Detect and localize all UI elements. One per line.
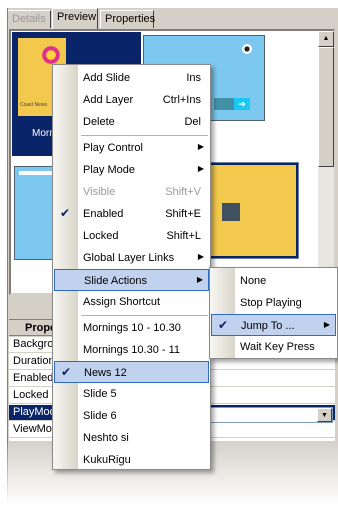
menu-item-label: Mornings 10 - 10.30	[83, 322, 181, 334]
menu-item-wait-key-press[interactable]: Wait Key Press	[211, 336, 336, 358]
menu-item-slide[interactable]: Mornings 10.30 - 11	[54, 339, 209, 361]
menu-item-label: News 12	[84, 367, 127, 379]
chevron-right-icon: ▶	[197, 252, 204, 261]
checkmark-icon: ✔	[218, 318, 229, 332]
menu-item-label: KukuRigu	[83, 454, 131, 466]
menu-item-assign-shortcut[interactable]: Assign Shortcut	[54, 291, 209, 313]
chevron-up-icon[interactable]: ▲	[318, 31, 334, 47]
menu-item-label: Play Mode	[83, 164, 135, 176]
menu-item-shortcut: Shift+L	[166, 230, 201, 242]
menu-item-play-control[interactable]: Play Control ▶	[54, 137, 209, 159]
context-menu: Add Slide Ins Add Layer Ctrl+Ins Delete …	[52, 64, 211, 470]
menu-item-enabled[interactable]: ✔ Enabled Shift+E	[54, 203, 209, 225]
menu-item-delete[interactable]: Delete Del	[54, 111, 209, 133]
slide-subtitle: Coast News	[20, 102, 47, 108]
menu-item-label: Stop Playing	[240, 297, 302, 309]
chevron-right-icon: ▶	[196, 275, 203, 284]
tab-details[interactable]: Details	[8, 10, 51, 28]
photo-graphic	[222, 203, 240, 221]
menu-item-global-layer-links[interactable]: Global Layer Links ▶	[54, 247, 209, 269]
menu-item-label: Play Control	[83, 142, 143, 154]
menu-item-label: Locked	[83, 230, 119, 242]
stage: Details Properties Preview Coast News Mo…	[0, 0, 338, 516]
slide-thumbnail-active[interactable]	[207, 162, 299, 259]
menu-item-label: Visible	[83, 186, 116, 198]
slide-actions-submenu: None Stop Playing ✔ Jump To ... ▶ Wait K…	[209, 267, 338, 359]
strip-graphic	[214, 98, 234, 110]
menu-item-label: Jump To ...	[241, 320, 295, 332]
menu-item-add-slide[interactable]: Add Slide Ins	[54, 67, 209, 89]
chevron-right-icon: ▶	[197, 142, 204, 151]
menu-item-label: Delete	[83, 116, 115, 128]
menu-item-add-layer[interactable]: Add Layer Ctrl+Ins	[54, 89, 209, 111]
menu-item-label: Wait Key Press	[240, 341, 315, 353]
menu-item-label: Slide 6	[83, 410, 117, 422]
menu-item-slide-actions[interactable]: Slide Actions ▶	[54, 269, 209, 291]
menu-item-none[interactable]: None	[211, 270, 336, 292]
menu-item-locked[interactable]: Locked Shift+L	[54, 225, 209, 247]
property-value-dropdown[interactable]: ▼	[200, 407, 333, 423]
menu-item-label: Neshto si	[83, 432, 129, 444]
menu-item-shortcut: Del	[184, 116, 201, 128]
menu-item-label: Enabled	[83, 208, 124, 220]
checkmark-icon: ✔	[61, 365, 72, 379]
menu-item-slide[interactable]: Slide 6	[54, 405, 209, 427]
menu-separator	[81, 315, 208, 316]
property-name: Locked	[13, 389, 49, 401]
menu-item-label: Slide Actions	[84, 275, 147, 287]
title-bar-graphic	[19, 171, 55, 175]
ball-graphic	[242, 44, 252, 54]
menu-item-shortcut: Shift+V	[165, 186, 201, 198]
checkmark-icon: ✔	[60, 206, 71, 220]
menu-item-slide[interactable]: KukuRigu	[54, 449, 209, 471]
menu-item-slide[interactable]: Mornings 10 - 10.30	[54, 317, 209, 339]
menu-item-visible: Visible Shift+V	[54, 181, 209, 203]
menu-item-stop-playing[interactable]: Stop Playing	[211, 292, 336, 314]
arrow-graphic: ➔	[234, 98, 250, 110]
chevron-right-icon: ▶	[323, 320, 330, 329]
menu-item-label: Global Layer Links	[83, 252, 175, 264]
menu-item-shortcut: Ctrl+Ins	[162, 94, 201, 106]
menu-item-label: None	[240, 275, 267, 287]
menu-item-jump-to[interactable]: ✔ Jump To ... ▶	[211, 314, 336, 336]
menu-item-label: Add Slide	[83, 72, 131, 84]
menu-item-slide-current[interactable]: ✔ News 12	[54, 361, 209, 383]
menu-item-label: Slide 5	[83, 388, 117, 400]
menu-item-slide[interactable]: Neshto si	[54, 427, 209, 449]
property-name: Enabled	[13, 372, 54, 384]
tab-preview[interactable]: Preview	[52, 8, 98, 29]
menu-item-label: Add Layer	[83, 94, 134, 106]
tab-properties[interactable]: Properties	[100, 10, 155, 28]
menu-item-shortcut: Shift+E	[165, 208, 201, 220]
menu-item-label: Assign Shortcut	[83, 296, 161, 308]
menu-item-slide[interactable]: Slide 5	[54, 383, 209, 405]
menu-item-shortcut: Ins	[186, 72, 201, 84]
chevron-down-icon[interactable]: ▼	[317, 408, 332, 422]
sun-graphic	[40, 44, 62, 66]
menu-separator	[81, 135, 208, 136]
chevron-right-icon: ▶	[197, 164, 204, 173]
menu-item-label: Mornings 10.30 - 11	[83, 344, 181, 356]
vertical-scrollbar[interactable]: ▲	[318, 31, 334, 293]
property-name: Duration	[13, 355, 55, 367]
menu-item-play-mode[interactable]: Play Mode ▶	[54, 159, 209, 181]
scrollbar-thumb[interactable]	[318, 47, 334, 167]
